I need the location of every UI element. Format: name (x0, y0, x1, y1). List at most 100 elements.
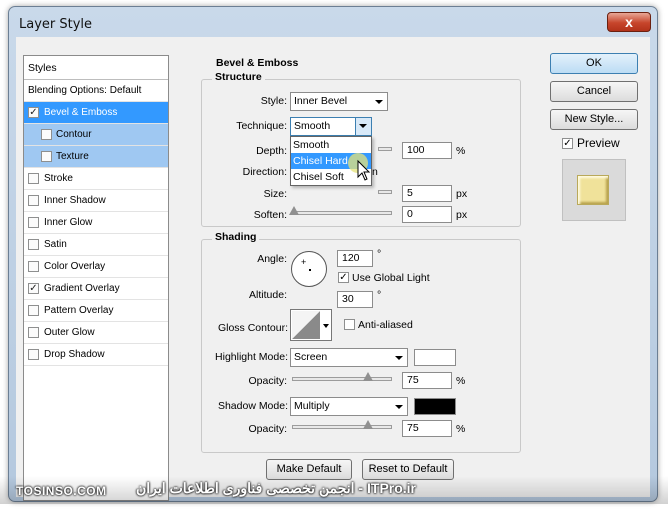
style-checkbox[interactable] (28, 305, 39, 316)
styles-item-drop-shadow[interactable]: Drop Shadow (24, 344, 168, 366)
highlight-mode-label: Highlight Mode: (215, 351, 288, 363)
highlight-color-swatch[interactable] (414, 349, 456, 366)
watermark-right-text: ITPro.ir - انجمن تخصصی فناوری اطلاعات ای… (136, 480, 417, 496)
style-checkbox[interactable] (28, 217, 39, 228)
styles-item-outer-glow[interactable]: Outer Glow (24, 322, 168, 344)
style-checkbox[interactable]: ✓ (28, 283, 39, 294)
size-label: Size: (263, 188, 287, 200)
window-title: Layer Style (19, 17, 93, 32)
soften-slider-thumb[interactable] (289, 206, 299, 215)
styles-item-label: Bevel & Emboss (44, 107, 118, 118)
altitude-degree: ° (377, 289, 382, 301)
altitude-label: Altitude: (249, 289, 287, 301)
size-slider[interactable] (378, 190, 392, 194)
highlight-opacity-label: Opacity: (248, 375, 287, 387)
style-checkbox[interactable] (28, 195, 39, 206)
styles-item-label: Inner Glow (44, 217, 93, 228)
chevron-down-icon (395, 405, 403, 409)
shadow-mode-select[interactable]: Multiply (290, 397, 408, 416)
check-icon: ✓ (563, 138, 572, 149)
preview-thumbnail (562, 159, 626, 221)
shadow-opacity-thumb[interactable] (363, 420, 373, 429)
chevron-down-icon (375, 100, 383, 104)
preview-swatch (577, 175, 609, 205)
style-checkbox[interactable] (41, 151, 52, 162)
style-checkbox[interactable] (28, 239, 39, 250)
gloss-contour-label: Gloss Contour: (217, 322, 288, 334)
styles-item-inner-glow[interactable]: Inner Glow (24, 212, 168, 234)
style-checkbox[interactable] (41, 129, 52, 140)
shadow-opacity-field[interactable]: 75 (402, 420, 452, 437)
preview-checkbox[interactable]: ✓ (562, 138, 573, 149)
highlight-opacity-thumb[interactable] (363, 372, 373, 381)
chevron-down-icon (359, 124, 367, 128)
gloss-contour-picker[interactable] (290, 309, 332, 341)
technique-select[interactable]: Smooth (290, 117, 372, 136)
new-style-button[interactable]: New Style... (550, 109, 638, 130)
technique-dropdown-button[interactable] (355, 118, 371, 135)
soften-slider[interactable] (289, 206, 392, 215)
anti-aliased-label[interactable]: Anti-aliased (358, 319, 413, 331)
angle-dial[interactable]: + (291, 251, 327, 287)
shadow-opacity-label: Opacity: (248, 423, 287, 435)
styles-item-satin[interactable]: Satin (24, 234, 168, 256)
styles-item-label: Gradient Overlay (44, 283, 120, 294)
depth-slider[interactable] (378, 147, 392, 151)
technique-select-value: Smooth (294, 120, 331, 132)
close-button[interactable]: x (607, 12, 651, 32)
style-checkbox[interactable] (28, 173, 39, 184)
size-field[interactable]: 5 (402, 185, 452, 202)
angle-field[interactable]: 120 (337, 250, 373, 267)
highlight-opacity-field[interactable]: 75 (402, 372, 452, 389)
style-checkbox[interactable] (28, 261, 39, 272)
styles-item-label: Stroke (44, 173, 73, 184)
angle-label: Angle: (257, 253, 287, 265)
styles-item-bevel-emboss[interactable]: ✓ Bevel & Emboss (24, 102, 168, 124)
soften-unit: px (456, 209, 468, 221)
chevron-down-icon (323, 324, 329, 328)
highlight-mode-value: Screen (294, 351, 328, 363)
style-checkbox[interactable] (28, 327, 39, 338)
ok-button[interactable]: OK (550, 53, 638, 74)
styles-item-contour[interactable]: Contour (24, 124, 168, 146)
bevel-emboss-panel: Bevel & Emboss Structure Style: Inner Be… (192, 47, 532, 507)
styles-header[interactable]: Styles (24, 56, 168, 80)
watermark-left-text: TOSINSO.COM (16, 484, 107, 498)
technique-option[interactable]: Smooth (291, 137, 371, 153)
shading-title: Shading (212, 231, 260, 243)
shadow-color-swatch[interactable] (414, 398, 456, 415)
altitude-field[interactable]: 30 (337, 291, 373, 308)
global-light-checkbox[interactable]: ✓ (338, 272, 349, 283)
styles-list: Styles Blending Options: Default ✓ Bevel … (23, 55, 169, 501)
style-select-value: Inner Bevel (294, 95, 348, 107)
layer-style-dialog: Layer Style x Styles Blending Options: D… (8, 6, 658, 502)
styles-item-pattern-overlay[interactable]: Pattern Overlay (24, 300, 168, 322)
blending-options-item[interactable]: Blending Options: Default (24, 80, 168, 102)
anti-aliased-checkbox[interactable] (344, 319, 355, 330)
shadow-opacity-slider[interactable] (292, 420, 392, 429)
depth-field[interactable]: 100 (402, 142, 452, 159)
styles-item-inner-shadow[interactable]: Inner Shadow (24, 190, 168, 212)
highlight-opacity-slider[interactable] (292, 372, 392, 381)
highlight-mode-select[interactable]: Screen (290, 348, 408, 367)
highlight-opacity-unit: % (456, 375, 466, 387)
styles-item-label: Color Overlay (44, 261, 106, 272)
styles-item-stroke[interactable]: Stroke (24, 168, 168, 190)
contour-preview-icon (292, 311, 320, 339)
bevel-section-title: Bevel & Emboss (216, 57, 299, 69)
styles-item-gradient-overlay[interactable]: ✓ Gradient Overlay (24, 278, 168, 300)
styles-item-label: Drop Shadow (44, 349, 105, 360)
style-select[interactable]: Inner Bevel (290, 92, 388, 111)
style-checkbox[interactable] (28, 349, 39, 360)
soften-field[interactable]: 0 (402, 206, 452, 223)
cancel-button[interactable]: Cancel (550, 81, 638, 102)
crosshair-icon: + (301, 257, 307, 267)
shadow-opacity-unit: % (456, 423, 466, 435)
title-bar[interactable]: Layer Style x (9, 7, 657, 37)
styles-item-label: Pattern Overlay (44, 305, 114, 316)
styles-item-color-overlay[interactable]: Color Overlay (24, 256, 168, 278)
style-checkbox[interactable]: ✓ (28, 107, 39, 118)
styles-item-texture[interactable]: Texture (24, 146, 168, 168)
preview-label[interactable]: Preview (577, 136, 620, 150)
global-light-label[interactable]: Use Global Light (352, 272, 430, 284)
